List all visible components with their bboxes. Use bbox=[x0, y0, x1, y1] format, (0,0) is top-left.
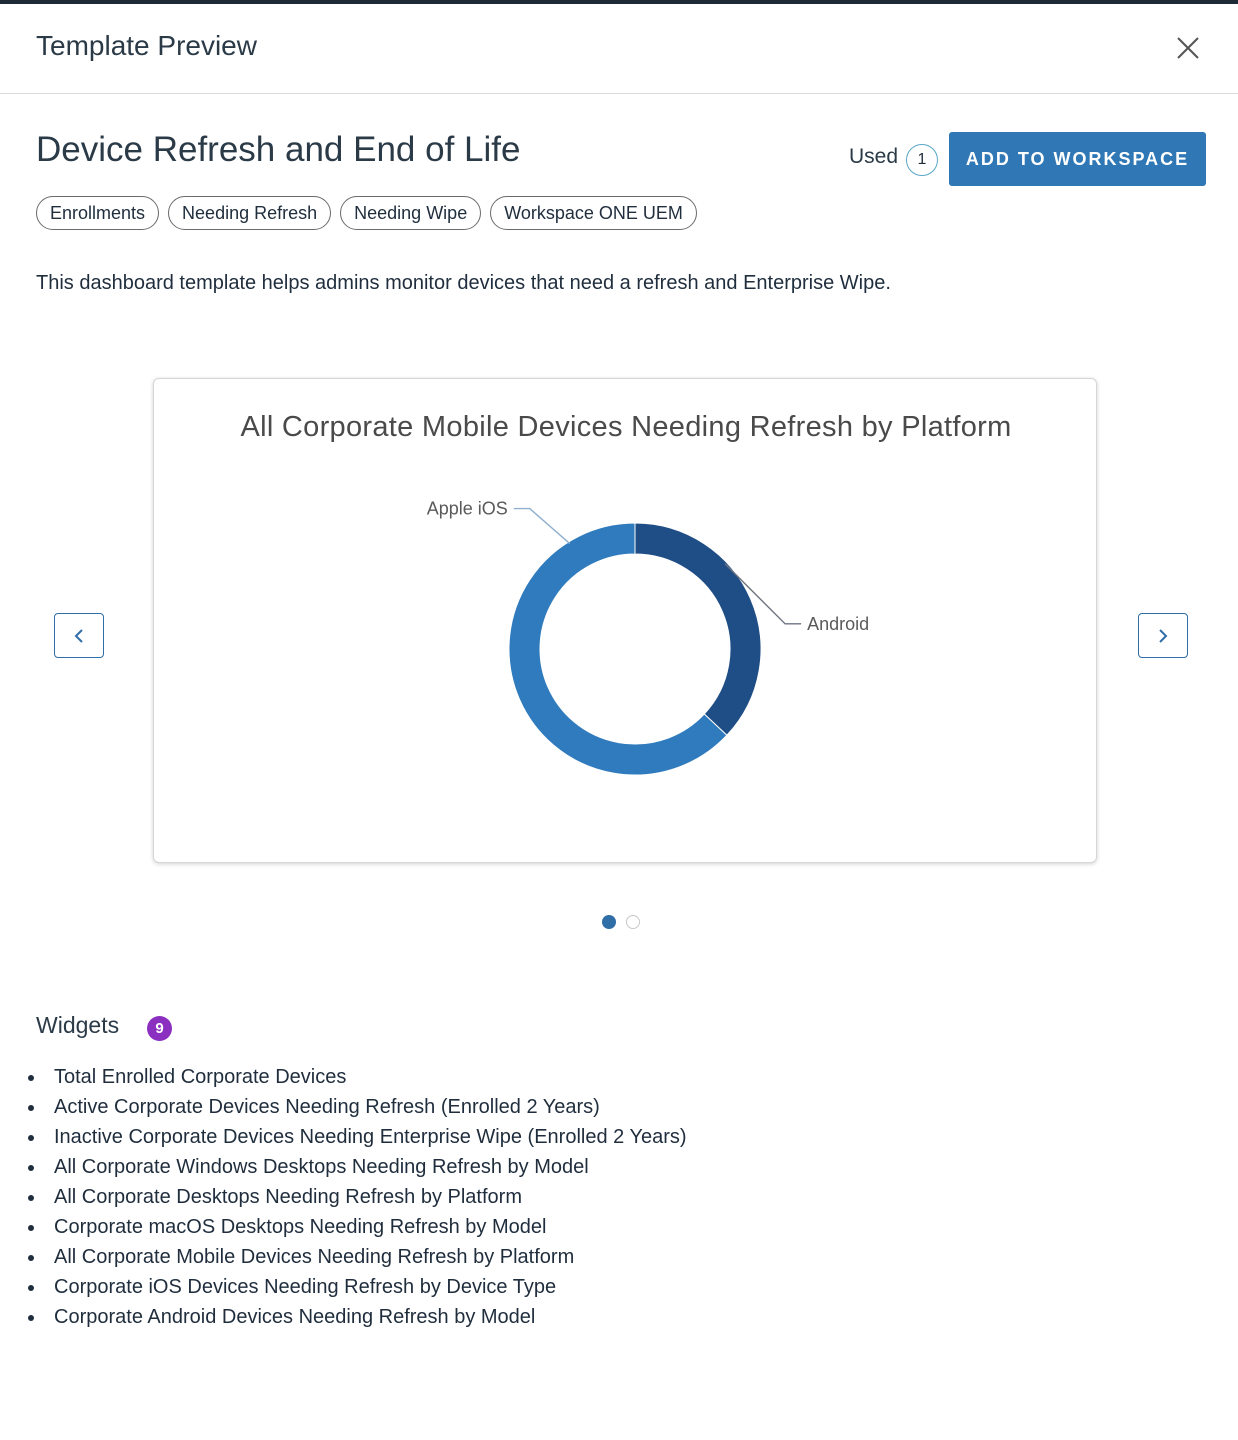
list-item: All Corporate Desktops Needing Refresh b… bbox=[24, 1182, 687, 1212]
list-item: Total Enrolled Corporate Devices bbox=[24, 1062, 687, 1092]
carousel-prev-button[interactable] bbox=[54, 613, 104, 658]
bullet-icon bbox=[28, 1285, 34, 1291]
slice-label-apple-ios: Apple iOS bbox=[427, 499, 508, 519]
widget-list: Total Enrolled Corporate Devices Active … bbox=[24, 1062, 687, 1332]
carousel-dot-1[interactable] bbox=[602, 915, 616, 929]
bullet-icon bbox=[28, 1135, 34, 1141]
tag-needing-refresh: Needing Refresh bbox=[168, 196, 332, 230]
close-button[interactable] bbox=[1170, 30, 1206, 66]
bullet-icon bbox=[28, 1105, 34, 1111]
template-title: Device Refresh and End of Life bbox=[36, 130, 521, 169]
tag-list: Enrollments Needing Refresh Needing Wipe… bbox=[36, 196, 697, 230]
widgets-heading: Widgets bbox=[36, 1012, 120, 1038]
template-description: This dashboard template helps admins mon… bbox=[36, 272, 891, 294]
widgets-count-badge: 9 bbox=[147, 1016, 172, 1041]
tag-workspace-one-uem: Workspace ONE UEM bbox=[490, 196, 697, 230]
leader-line-apple-ios bbox=[513, 507, 571, 545]
chevron-right-icon bbox=[1159, 629, 1168, 643]
chart-preview-card: All Corporate Mobile Devices Needing Ref… bbox=[153, 378, 1097, 863]
add-to-workspace-button[interactable]: ADD TO WORKSPACE bbox=[949, 132, 1206, 186]
tag-enrollments: Enrollments bbox=[36, 196, 160, 230]
modal-title: Template Preview bbox=[36, 30, 257, 61]
tag-needing-wipe: Needing Wipe bbox=[340, 196, 482, 230]
list-item: Corporate Android Devices Needing Refres… bbox=[24, 1302, 687, 1332]
bullet-icon bbox=[28, 1165, 34, 1171]
donut-slice-android[interactable] bbox=[634, 522, 762, 736]
list-item: All Corporate Mobile Devices Needing Ref… bbox=[24, 1242, 687, 1272]
donut-chart: Android Apple iOS bbox=[427, 499, 869, 776]
bullet-icon bbox=[28, 1255, 34, 1261]
chevron-left-icon bbox=[74, 629, 83, 643]
bullet-icon bbox=[28, 1075, 34, 1081]
list-item: All Corporate Windows Desktops Needing R… bbox=[24, 1152, 687, 1182]
used-count-badge: 1 bbox=[906, 144, 938, 176]
list-item: Active Corporate Devices Needing Refresh… bbox=[24, 1092, 687, 1122]
close-icon bbox=[1177, 37, 1199, 59]
slice-label-android: Android bbox=[807, 614, 869, 634]
bullet-icon bbox=[28, 1315, 34, 1321]
carousel-pagination bbox=[602, 915, 640, 929]
list-item: Corporate macOS Desktops Needing Refresh… bbox=[24, 1212, 687, 1242]
used-label: Used bbox=[849, 145, 899, 168]
list-item: Corporate iOS Devices Needing Refresh by… bbox=[24, 1272, 687, 1302]
carousel-next-button[interactable] bbox=[1138, 613, 1188, 658]
modal-header: Template Preview bbox=[0, 4, 1238, 94]
bullet-icon bbox=[28, 1195, 34, 1201]
carousel-dot-2[interactable] bbox=[626, 915, 640, 929]
list-item: Inactive Corporate Devices Needing Enter… bbox=[24, 1122, 687, 1152]
bullet-icon bbox=[28, 1225, 34, 1231]
